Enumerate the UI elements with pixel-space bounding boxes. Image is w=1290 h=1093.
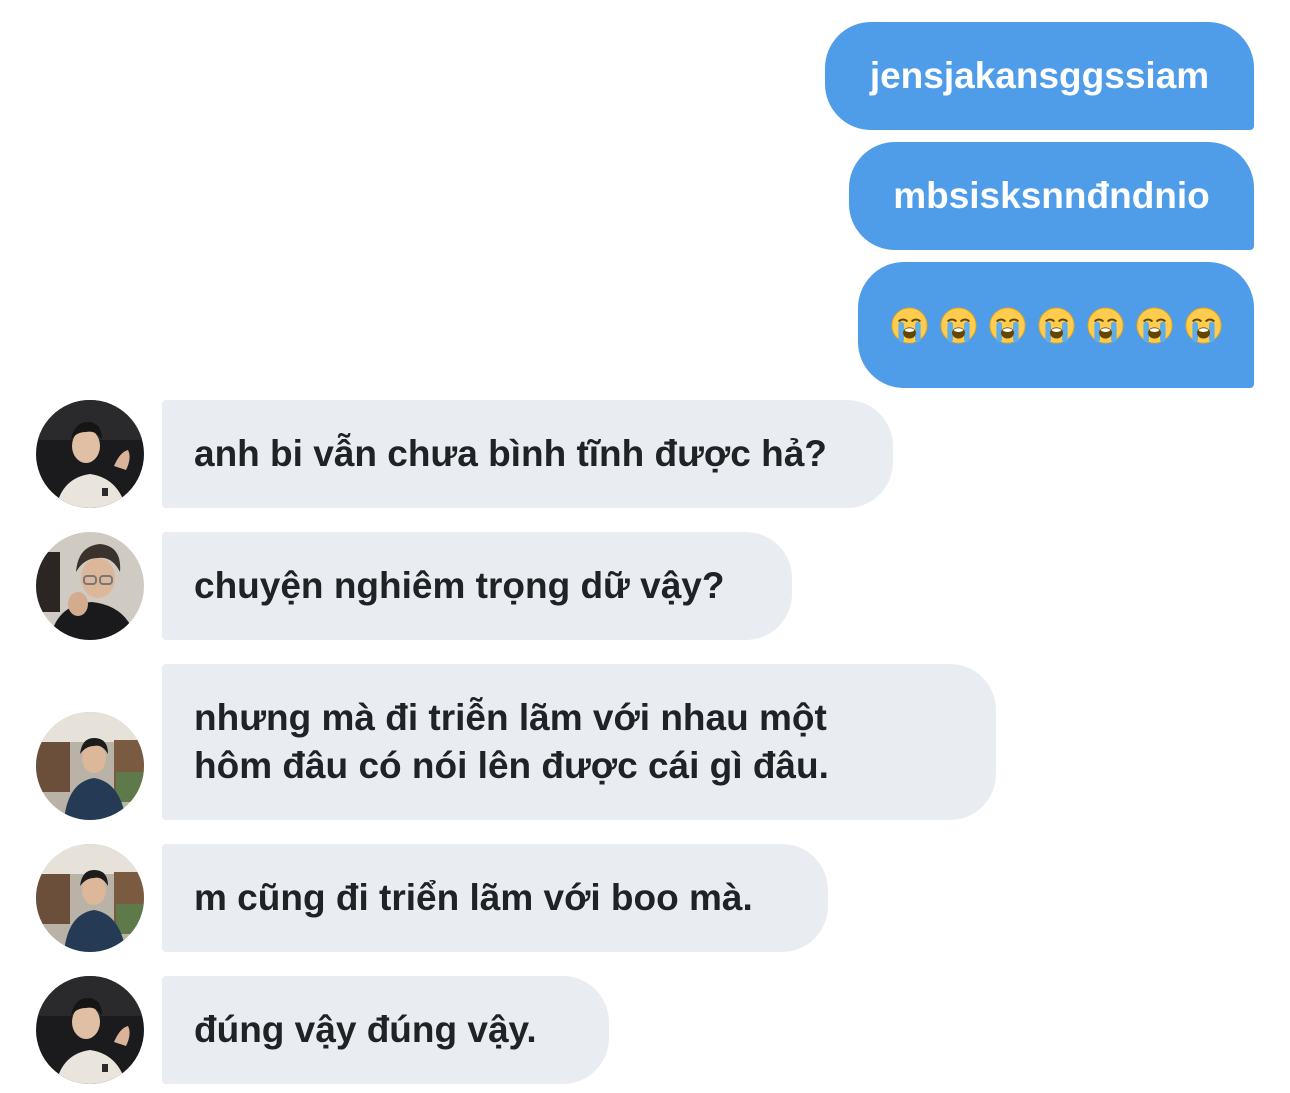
incoming-message[interactable]: m cũng đi triển lãm với boo mà. bbox=[162, 844, 828, 952]
message-text: m cũng đi triển lãm với boo mà. bbox=[194, 877, 753, 918]
avatar[interactable] bbox=[36, 532, 144, 640]
loudly-crying-face-icon bbox=[1086, 306, 1124, 344]
avatar[interactable] bbox=[36, 976, 144, 1084]
message-text: đúng vậy đúng vậy. bbox=[194, 1009, 537, 1050]
message-text: mbsisksnnđndnio bbox=[893, 175, 1210, 216]
loudly-crying-face-icon bbox=[1135, 306, 1173, 344]
avatar-man-waving-icon bbox=[36, 400, 144, 508]
outgoing-message[interactable]: jensjakansggssiam bbox=[825, 22, 1254, 130]
message-text: jensjakansggssiam bbox=[869, 55, 1210, 96]
avatar[interactable] bbox=[36, 712, 144, 820]
avatar-man-glasses-icon bbox=[36, 532, 144, 640]
outgoing-message[interactable] bbox=[858, 262, 1254, 388]
outgoing-message[interactable]: mbsisksnnđndnio bbox=[849, 142, 1254, 250]
message-text-line: nhưng mà đi triễn lãm với nhau một bbox=[194, 697, 827, 738]
loudly-crying-face-icon bbox=[1184, 306, 1222, 344]
avatar-man-street-icon bbox=[36, 844, 144, 952]
incoming-message[interactable]: anh bi vẫn chưa bình tĩnh được hả? bbox=[162, 400, 893, 508]
message-text-line: hôm đâu có nói lên được cái gì đâu. bbox=[194, 745, 829, 786]
incoming-message[interactable]: nhưng mà đi triễn lãm với nhau một hôm đ… bbox=[162, 664, 996, 820]
avatar-man-waving-icon bbox=[36, 976, 144, 1084]
incoming-message[interactable]: chuyện nghiêm trọng dữ vậy? bbox=[162, 532, 792, 640]
incoming-message[interactable]: đúng vậy đúng vậy. bbox=[162, 976, 609, 1084]
emoji-row bbox=[858, 262, 1254, 388]
avatar[interactable] bbox=[36, 400, 144, 508]
loudly-crying-face-icon bbox=[939, 306, 977, 344]
message-text: chuyện nghiêm trọng dữ vậy? bbox=[194, 565, 725, 606]
loudly-crying-face-icon bbox=[890, 306, 928, 344]
avatar[interactable] bbox=[36, 844, 144, 952]
loudly-crying-face-icon bbox=[988, 306, 1026, 344]
avatar-man-street-icon bbox=[36, 712, 144, 820]
message-text: anh bi vẫn chưa bình tĩnh được hả? bbox=[194, 433, 827, 474]
loudly-crying-face-icon bbox=[1037, 306, 1075, 344]
